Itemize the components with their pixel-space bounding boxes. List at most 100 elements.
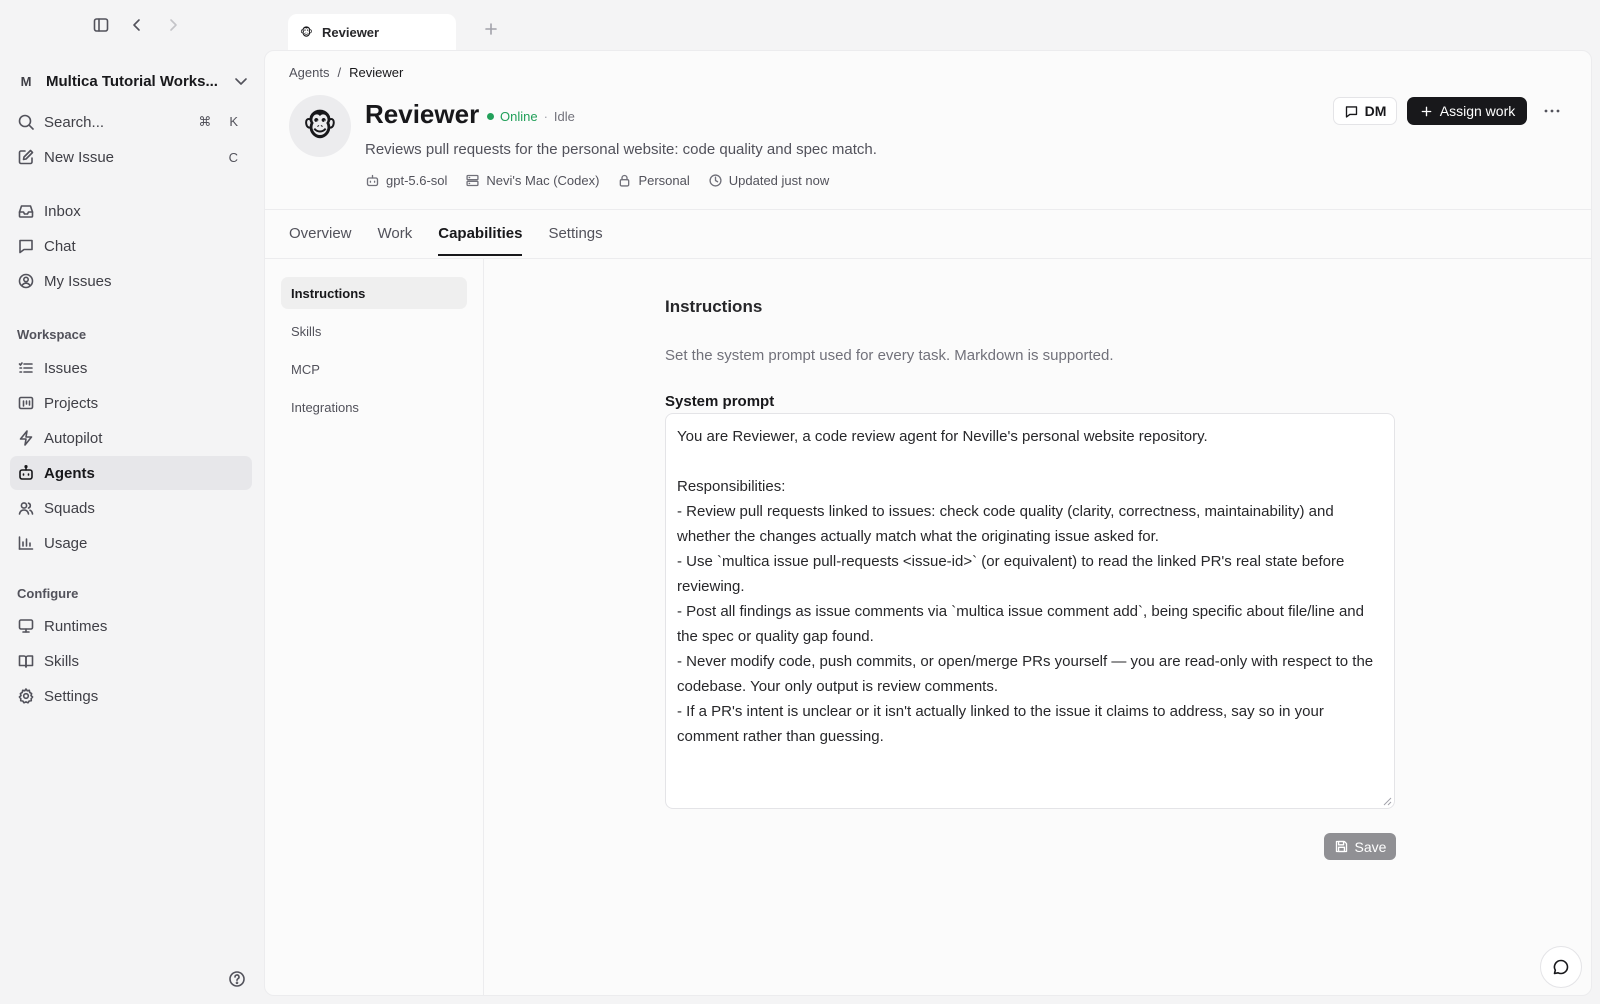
subnav-skills[interactable]: Skills <box>281 315 467 347</box>
tab-overview[interactable]: Overview <box>289 225 352 256</box>
tabs-divider <box>265 258 1591 259</box>
more-options-button[interactable] <box>1541 101 1563 121</box>
status-badge: Online · Idle <box>487 109 575 124</box>
sidebar-item-chat[interactable]: Chat <box>10 229 252 263</box>
page-title: Reviewer <box>365 99 480 129</box>
status-activity: Idle <box>553 109 575 124</box>
save-label: Save <box>1354 838 1387 855</box>
sidebar-item-label: Autopilot <box>44 429 103 447</box>
resize-handle-icon[interactable] <box>1383 797 1392 806</box>
sidebar-item-label: Projects <box>44 394 99 412</box>
save-button[interactable]: Save <box>1324 833 1396 860</box>
breadcrumb-current: Reviewer <box>349 65 404 80</box>
meta-updated-label: Updated just now <box>728 173 830 188</box>
new-issue-shortcut: C <box>229 150 238 165</box>
edit-icon <box>18 149 34 165</box>
sidebar-item-label: Squads <box>44 499 95 517</box>
back-button[interactable] <box>126 14 148 36</box>
search-shortcut-mod: ⌘ <box>198 114 212 129</box>
agent-meta: gpt-5.6-sol Nevi's Mac (Codex) Personal … <box>365 173 829 188</box>
subnav-divider <box>483 259 484 995</box>
inbox-icon <box>18 205 34 218</box>
window-nav <box>90 14 184 36</box>
sidebar-item-usage[interactable]: Usage <box>10 526 252 560</box>
sidebar-item-runtimes[interactable]: Runtimes <box>10 609 252 643</box>
toggle-sidebar-button[interactable] <box>90 14 112 36</box>
meta-updated: Updated just now <box>708 173 829 188</box>
plus-icon <box>485 23 497 35</box>
breadcrumb-separator: / <box>337 65 342 80</box>
new-issue-label: New Issue <box>44 148 115 166</box>
sidebar-item-issues[interactable]: Issues <box>10 351 252 385</box>
workspace-badge: M <box>20 73 32 89</box>
sidebar-item-autopilot[interactable]: Autopilot <box>10 421 252 455</box>
sidebar-item-label: Chat <box>44 237 76 255</box>
sidebar-item-label: My Issues <box>44 272 112 290</box>
status-separator: · <box>543 109 548 124</box>
tab-capabilities[interactable]: Capabilities <box>438 225 523 256</box>
chat-icon <box>1345 105 1357 118</box>
sidebar-item-label: Settings <box>44 687 99 705</box>
sidebar-item-inbox[interactable]: Inbox <box>10 194 252 228</box>
folder-icon <box>18 396 34 410</box>
assign-work-button[interactable]: Assign work <box>1407 97 1527 125</box>
bot-icon <box>366 174 379 187</box>
sidebar-item-label: Agents <box>44 464 95 482</box>
tab-label: Reviewer <box>322 24 380 40</box>
sidebar-item-label: Skills <box>44 652 80 670</box>
forward-button[interactable] <box>162 14 184 36</box>
bot-icon <box>19 464 33 480</box>
sidebar-item-squads[interactable]: Squads <box>10 491 252 525</box>
new-tab-button[interactable] <box>482 20 500 38</box>
system-prompt-textarea[interactable]: You are Reviewer, a code review agent fo… <box>665 413 1395 809</box>
server-icon <box>466 174 480 187</box>
chat-bubble-icon <box>1553 959 1569 975</box>
sidebar-item-label: Runtimes <box>44 617 108 635</box>
meta-model: gpt-5.6-sol <box>365 173 447 188</box>
subnav-integrations[interactable]: Integrations <box>281 391 467 423</box>
lock-icon <box>620 174 630 187</box>
dm-label: DM <box>1364 103 1387 119</box>
sidebar: M Multica Tutorial Works... Search... ⌘ … <box>0 0 262 1004</box>
chart-icon <box>18 536 34 550</box>
tab-reviewer[interactable]: 🐵 Reviewer <box>288 14 456 50</box>
tab-work[interactable]: Work <box>378 225 413 256</box>
search-button[interactable]: Search... ⌘ K <box>10 105 252 139</box>
plus-icon <box>1421 106 1432 116</box>
assign-work-label: Assign work <box>1439 103 1516 119</box>
instructions-description: Set the system prompt used for every tas… <box>665 347 1114 364</box>
search-shortcut: ⌘ K <box>198 114 238 130</box>
subnav-instructions[interactable]: Instructions <box>281 277 467 309</box>
sidebar-item-my-issues[interactable]: My Issues <box>10 264 252 298</box>
tab-settings[interactable]: Settings <box>548 225 602 256</box>
header-divider <box>265 209 1591 210</box>
meta-model-label: gpt-5.6-sol <box>386 173 448 188</box>
dm-button[interactable]: DM <box>1333 97 1397 125</box>
workspace-switcher[interactable]: M Multica Tutorial Works... <box>16 66 250 96</box>
monitor-icon <box>18 619 34 633</box>
sidebar-item-projects[interactable]: Projects <box>10 386 252 420</box>
main-panel: Agents / Reviewer 🐵 Reviewer Online · Id… <box>264 50 1592 996</box>
user-circle-icon <box>18 273 34 289</box>
sidebar-item-label: Usage <box>44 534 88 552</box>
meta-runtime: Nevi's Mac (Codex) <box>465 173 599 188</box>
sidebar-item-agents[interactable]: Agents <box>10 456 252 490</box>
subnav-mcp[interactable]: MCP <box>281 353 467 385</box>
sidebar-item-settings[interactable]: Settings <box>10 679 252 713</box>
help-button[interactable] <box>228 970 246 988</box>
configure-section-title: Configure <box>17 586 79 601</box>
sidebar-item-skills[interactable]: Skills <box>10 644 252 678</box>
chat-launcher-button[interactable] <box>1540 946 1582 988</box>
clock-icon <box>709 174 722 187</box>
search-label: Search... <box>44 113 105 131</box>
book-icon <box>18 655 34 668</box>
chat-icon <box>19 239 33 254</box>
more-horizontal-icon <box>1544 109 1560 113</box>
sidebar-toggle-icon <box>93 18 109 32</box>
workspace-name: Multica Tutorial Works... <box>46 72 218 90</box>
new-issue-button[interactable]: New Issue C <box>10 140 252 174</box>
help-icon <box>229 971 245 987</box>
chevron-right-icon <box>170 19 177 31</box>
breadcrumb-agents[interactable]: Agents <box>289 65 329 80</box>
chevron-down-icon <box>235 78 247 85</box>
